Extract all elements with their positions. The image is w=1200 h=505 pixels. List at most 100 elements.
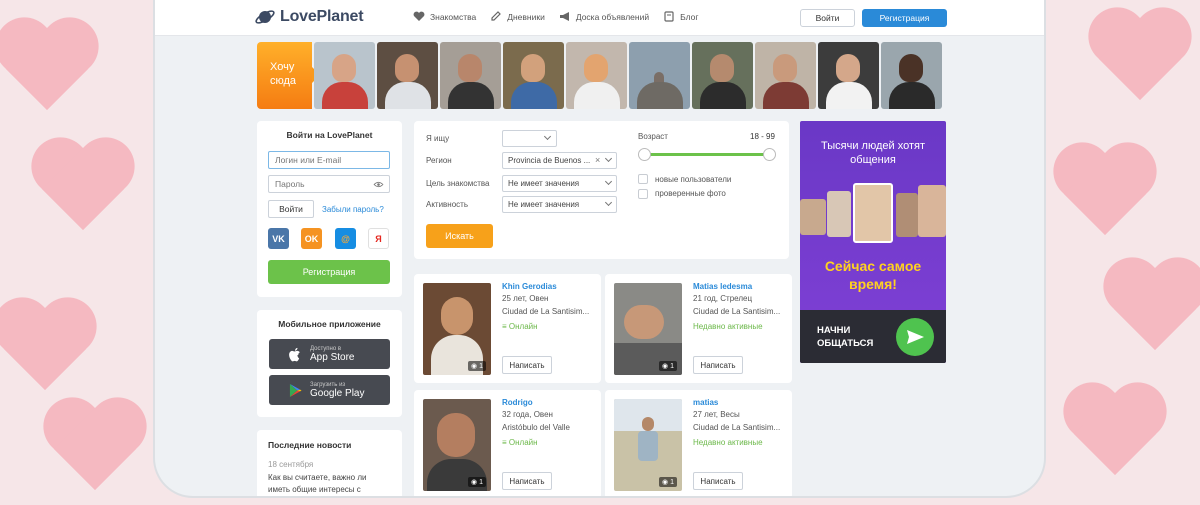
nav-label: Блог <box>680 11 699 22</box>
new-users-checkbox[interactable] <box>638 174 648 184</box>
login-title: Войти на LovePlanet <box>286 130 373 140</box>
search-panel: Я ищу Регион Provincia de Buenos ... × Ц… <box>414 121 789 259</box>
eye-icon[interactable] <box>373 181 384 188</box>
nav-label: Дневники <box>507 11 545 22</box>
want-here-button[interactable]: Хочу сюда <box>257 42 320 109</box>
yandex-login-button[interactable]: Я <box>368 228 389 249</box>
featured-photo[interactable] <box>440 42 501 109</box>
profile-city: Ciudad de La Santisim... <box>502 307 590 316</box>
featured-photo[interactable] <box>818 42 879 109</box>
write-message-button[interactable]: Написать <box>693 356 743 374</box>
news-title: Последние новости <box>268 440 352 450</box>
featured-photo[interactable] <box>503 42 564 109</box>
background-heart <box>28 140 138 240</box>
photo-count-badge: ◉ 1 <box>468 361 486 371</box>
profile-name[interactable]: Khin Gerodias <box>502 282 557 291</box>
nav-item-blog[interactable]: Блог <box>663 11 698 22</box>
activity-status: Недавно активные <box>693 438 763 447</box>
featured-photo[interactable] <box>566 42 627 109</box>
register-button[interactable]: Регистрация <box>862 9 947 27</box>
profile-card[interactable]: ◉ 1 Khin Gerodias 25 лет, Овен Ciudad de… <box>414 274 601 383</box>
megaphone-icon <box>559 12 569 21</box>
featured-photo[interactable] <box>314 42 375 109</box>
mailru-login-button[interactable]: @ <box>335 228 356 249</box>
verified-photos-checkbox[interactable] <box>638 189 648 199</box>
write-message-button[interactable]: Написать <box>502 356 552 374</box>
background-heart <box>1060 385 1170 485</box>
profile-name[interactable]: Matias ledesma <box>693 282 752 291</box>
register-button-panel[interactable]: Регистрация <box>268 260 390 284</box>
heart-icon <box>413 11 425 21</box>
clear-icon[interactable]: × <box>595 155 600 165</box>
profile-age: 25 лет, Овен <box>502 294 549 303</box>
profile-card[interactable]: ◉ 1 matias 27 лет, Весы Ciudad de La San… <box>605 390 792 496</box>
browser-window: LovePlanet Знакомства Дневники Доска объ… <box>153 0 1046 498</box>
password-input[interactable] <box>268 175 390 193</box>
top-navigation-bar: LovePlanet Знакомства Дневники Доска объ… <box>155 0 1044 36</box>
activity-status: Недавно активные <box>693 322 763 331</box>
profile-photo[interactable]: ◉ 1 <box>423 283 491 375</box>
background-heart <box>1050 145 1160 245</box>
brand-name: LovePlanet <box>280 8 364 25</box>
profile-city: Ciudad de La Santisim... <box>693 307 781 316</box>
featured-photo[interactable] <box>755 42 816 109</box>
featured-photo[interactable] <box>881 42 942 109</box>
logo[interactable]: LovePlanet <box>255 7 364 27</box>
ad-headline: Сейчас самое время! <box>824 258 922 292</box>
planet-icon <box>255 10 275 24</box>
featured-photo[interactable] <box>377 42 438 109</box>
forgot-password-link[interactable]: Забыли пароль? <box>322 205 384 214</box>
status-text: Онлайн <box>508 322 538 331</box>
login-submit-button[interactable]: Войти <box>268 200 314 218</box>
send-icon[interactable] <box>896 318 934 356</box>
age-slider-max-handle[interactable] <box>763 148 776 161</box>
profile-city: Aristóbulo del Valle <box>502 423 570 432</box>
photo-count-badge: ◉ 1 <box>659 361 677 371</box>
profile-photo[interactable]: ◉ 1 <box>614 283 682 375</box>
profile-age: 32 года, Овен <box>502 410 553 419</box>
write-message-button[interactable]: Написать <box>693 472 743 490</box>
age-range-value: 18 - 99 <box>750 132 775 141</box>
app-store-big: App Store <box>310 351 355 363</box>
app-store-button[interactable]: Доступно в App Store <box>269 339 390 369</box>
news-panel: Последние новости 18 сентября Как вы счи… <box>257 430 402 496</box>
pencil-icon <box>491 11 502 21</box>
login-input[interactable] <box>268 151 390 169</box>
login-button[interactable]: Войти <box>800 9 855 27</box>
news-date: 18 сентября <box>268 460 314 469</box>
google-play-button[interactable]: Загрузить из Google Play <box>269 375 390 405</box>
profile-name[interactable]: matias <box>693 398 718 407</box>
profile-age: 27 лет, Весы <box>693 410 740 419</box>
photo-count: 1 <box>479 479 483 486</box>
goal-select[interactable]: Не имеет значения <box>502 175 617 192</box>
google-play-big: Google Play <box>310 387 365 399</box>
profile-photo[interactable]: ◉ 1 <box>423 399 491 491</box>
seeking-label: Я ищу <box>426 134 450 143</box>
nav-label: Доска объявлений <box>575 11 650 22</box>
activity-select[interactable]: Не имеет значения <box>502 196 617 213</box>
write-message-button[interactable]: Написать <box>502 472 552 490</box>
profile-name[interactable]: Rodrigo <box>502 398 533 407</box>
age-label: Возраст <box>638 132 668 141</box>
age-slider-min-handle[interactable] <box>638 148 651 161</box>
featured-photo[interactable] <box>629 42 690 109</box>
activity-label: Активность <box>426 200 469 209</box>
news-text[interactable]: Как вы считаете, важно ли иметь общие ин… <box>268 472 386 496</box>
nav-item-board[interactable]: Доска объявлений <box>559 11 649 22</box>
new-users-label: новые пользователи <box>655 175 732 184</box>
profile-photo[interactable]: ◉ 1 <box>614 399 682 491</box>
profile-card[interactable]: ◉ 1 Rodrigo 32 года, Овен Aristóbulo del… <box>414 390 601 496</box>
photo-count: 1 <box>479 363 483 370</box>
featured-photo[interactable] <box>692 42 753 109</box>
search-button[interactable]: Искать <box>426 224 493 248</box>
ad-banner[interactable]: Тысячи людей хотят общения Сейчас самое … <box>800 121 946 363</box>
ad-cta[interactable]: НАЧНИ ОБЩАТЬСЯ <box>817 324 887 350</box>
nav-item-diaries[interactable]: Дневники <box>490 11 545 22</box>
profile-card[interactable]: ◉ 1 Matias ledesma 21 год, Стрелец Ciuda… <box>605 274 792 383</box>
apple-icon <box>289 347 300 361</box>
nav-item-dating[interactable]: Знакомства <box>413 11 476 22</box>
mobile-app-panel: Мобильное приложение Доступно в App Store… <box>257 310 402 417</box>
book-icon <box>664 11 674 22</box>
vk-login-button[interactable]: VK <box>268 228 289 249</box>
ok-login-button[interactable]: OK <box>301 228 322 249</box>
